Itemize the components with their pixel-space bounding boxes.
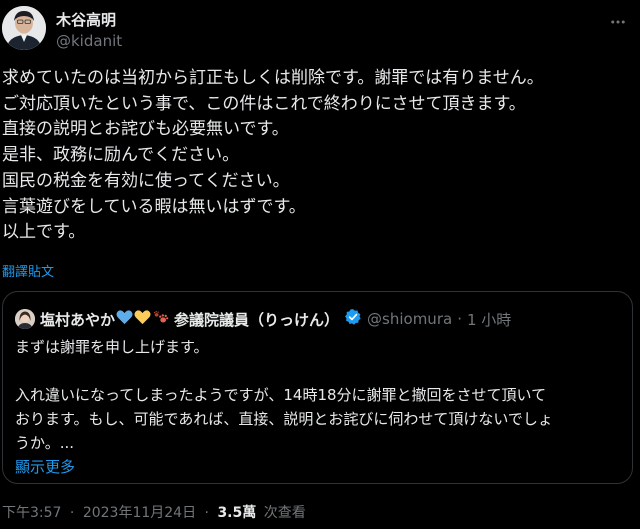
- quoted-timestamp[interactable]: 1 小時: [467, 309, 511, 330]
- show-more-link[interactable]: 顯示更多: [15, 458, 75, 476]
- meta-separator: ·: [69, 505, 75, 521]
- quoted-author-title[interactable]: 参議院議員（りっけん）: [174, 309, 339, 330]
- meta-separator: ·: [204, 505, 209, 521]
- tweet-time[interactable]: 下午3:57: [2, 505, 61, 521]
- author-avatar-image: [2, 6, 46, 50]
- tweet-text-line: 以上です。: [2, 222, 86, 243]
- quoted-author-handle[interactable]: @shiomura: [367, 310, 452, 328]
- more-button[interactable]: [604, 8, 632, 36]
- tweet-text-line: 求めていたのは当初から訂正もしくは削除です。謝罪では有りません。: [2, 68, 544, 88]
- tweet: 木谷高明 @kidanit 求めていたのは当初から訂正もしくは削除です。謝罪では…: [0, 0, 640, 529]
- quoted-text-line: 入れ違いになってしまったようですが、14時18分に謝罪と撤回をさせて頂いて: [15, 386, 547, 404]
- author-name[interactable]: 木谷高明: [56, 9, 116, 30]
- verified-badge-icon: [344, 308, 362, 330]
- tweet-text-line: 国民の税金を有効に使ってください。: [2, 170, 290, 191]
- tweet-text: 求めていたのは当初から訂正もしくは削除です。謝罪では有りません。 ご対応頂いたと…: [2, 66, 632, 246]
- quoted-text-line: うか。...: [15, 434, 75, 452]
- author-avatar[interactable]: [2, 6, 46, 50]
- views-count: 3.5萬: [217, 505, 257, 521]
- quoted-separator: ·: [457, 310, 462, 328]
- quoted-tweet-header: 塩村あやか 参議院議員（りっけん） @shiomura · 1 小時: [15, 308, 511, 330]
- views-label: 次查看: [263, 505, 306, 521]
- tweet-text-line: 言葉遊びをしている暇は無いはずです。: [2, 196, 306, 217]
- author-handle[interactable]: @kidanit: [56, 32, 122, 50]
- tweet-meta: 下午3:57 · 2023年11月24日 · 3.5萬 次查看: [2, 502, 306, 522]
- tweet-text-line: ご対応頂いたという事で、この件はこれで終わりにさせて頂きます。: [2, 93, 526, 114]
- quoted-author-name[interactable]: 塩村あやか: [40, 309, 115, 330]
- quoted-show-more-row: 顯示更多: [15, 455, 620, 479]
- translate-post-link[interactable]: 翻譯貼文: [2, 261, 54, 280]
- quoted-tweet-text: まずは謝罪を申し上げます。 入れ違いになってしまったようですが、14時18分に謝…: [15, 335, 620, 479]
- yellow-heart-icon: [134, 309, 151, 329]
- paw-prints-icon: [152, 309, 170, 329]
- tweet-text-line: 直接の説明とお詫びも必要無いです。: [2, 119, 289, 140]
- tweet-date[interactable]: 2023年11月24日: [83, 505, 196, 521]
- quoted-author-avatar-image: [15, 309, 35, 329]
- quoted-author-avatar[interactable]: [15, 309, 35, 329]
- more-horizontal-icon: [611, 20, 625, 24]
- quoted-text-line: おります。もし、可能であれば、直接、説明とお詫びに伺わせて頂けないでしょ: [15, 410, 553, 428]
- quoted-tweet[interactable]: 塩村あやか 参議院議員（りっけん） @shiomura · 1 小時 まずは謝罪…: [2, 291, 633, 484]
- blue-heart-icon: [116, 309, 133, 329]
- quoted-text-line: まずは謝罪を申し上げます。: [15, 338, 209, 356]
- tweet-text-line: 是非、政務に励んでください。: [2, 145, 240, 166]
- quoted-text-line: [15, 359, 620, 383]
